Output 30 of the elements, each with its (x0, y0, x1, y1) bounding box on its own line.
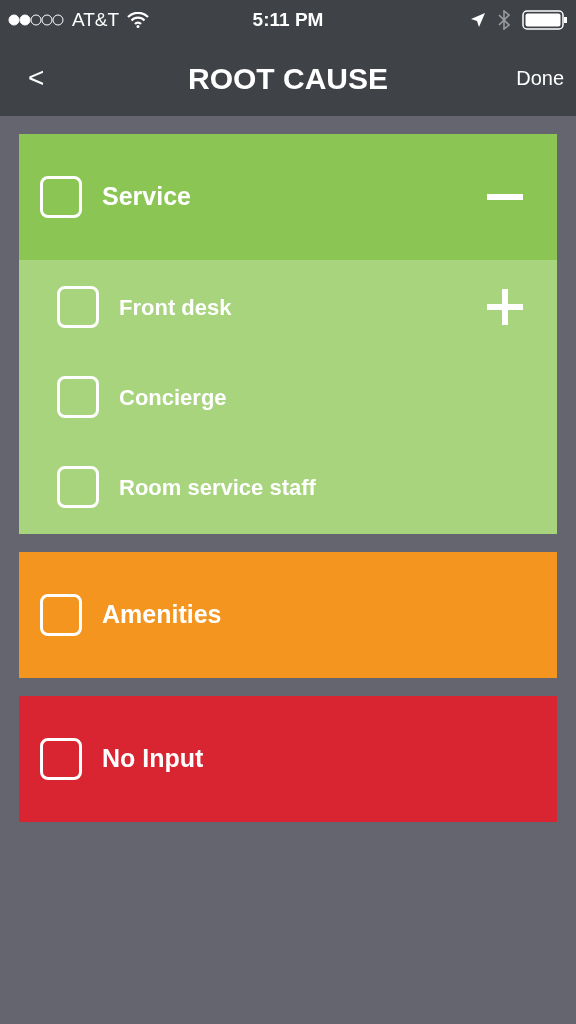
subcategory-row[interactable]: Room service staff (19, 442, 557, 532)
back-button[interactable]: < (28, 64, 45, 92)
category-header[interactable]: No Input (19, 696, 557, 822)
subcategory-row[interactable]: Concierge (19, 352, 557, 442)
done-button[interactable]: Done (516, 63, 564, 93)
category-header[interactable]: Service (19, 134, 557, 260)
checkbox[interactable] (40, 176, 82, 218)
subcategory-row[interactable]: Front desk (19, 262, 557, 352)
checkbox[interactable] (57, 466, 99, 508)
page-title: ROOT CAUSE (188, 60, 388, 97)
time: 5:11 PM (252, 7, 324, 32)
bluetooth-icon (498, 10, 510, 30)
plus-icon[interactable] (487, 289, 523, 325)
category-label: Amenities (102, 599, 223, 631)
battery-icon (522, 10, 568, 30)
signal-icon (8, 14, 64, 26)
category-label: Service (102, 181, 192, 213)
subcategory-label: Front desk (119, 293, 233, 322)
subcategory-label: Room service staff (119, 473, 317, 502)
category-label: No Input (102, 743, 205, 775)
minus-icon[interactable] (487, 194, 523, 200)
subcategory-label: Concierge (119, 383, 228, 412)
carrier: AT&T (72, 7, 120, 32)
location-icon (470, 12, 486, 28)
category-header[interactable]: Amenities (19, 552, 557, 678)
wifi-icon (127, 12, 150, 28)
checkbox[interactable] (57, 286, 99, 328)
checkbox[interactable] (57, 376, 99, 418)
checkbox[interactable] (40, 594, 82, 636)
checkbox[interactable] (40, 738, 82, 780)
